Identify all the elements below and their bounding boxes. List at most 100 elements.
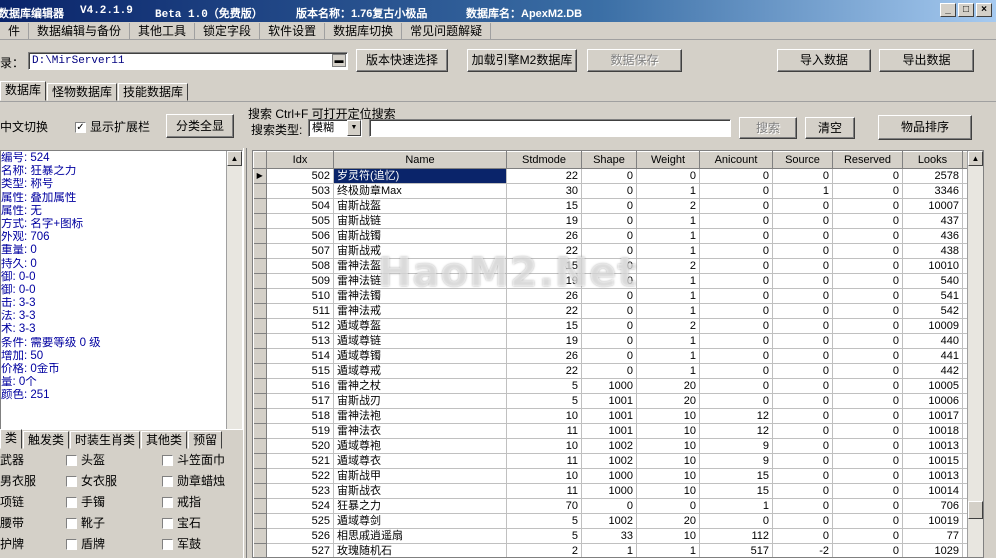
cell-name[interactable]: 雷神法衣	[333, 423, 507, 439]
tab-cat-trigger[interactable]: 触发类	[23, 431, 70, 449]
cell-weight[interactable]: 1	[636, 243, 700, 259]
table-row[interactable]: 525 遁域尊剑 5 1002 20 0 0 0 10019	[253, 513, 970, 529]
cell-shape[interactable]: 0	[581, 258, 637, 274]
cell-stdmode[interactable]: 15	[506, 258, 582, 274]
cell-anicount[interactable]: 0	[699, 228, 773, 244]
cell-name[interactable]: 宙斯战链	[333, 213, 507, 229]
cell-name[interactable]: 遁域尊衣	[333, 453, 507, 469]
cell-looks[interactable]: 10005	[902, 378, 963, 394]
cell-reserved[interactable]: 0	[832, 378, 903, 394]
cell-idx[interactable]: 508	[266, 258, 334, 274]
cell-reserved[interactable]: 0	[832, 348, 903, 364]
cell-source[interactable]: 0	[772, 483, 833, 499]
cell-stdmode[interactable]: 22	[506, 303, 582, 319]
cell-looks[interactable]: 2578	[902, 168, 963, 184]
cell-name[interactable]: 雷神法镯	[333, 288, 507, 304]
show-ext-check-icon[interactable]: ✓	[75, 122, 86, 134]
cell-stdmode[interactable]: 30	[506, 183, 582, 199]
category-checkbox[interactable]: 戒指	[162, 492, 201, 512]
cell-stdmode[interactable]: 19	[506, 213, 582, 229]
cell-shape[interactable]: 1001	[581, 393, 637, 409]
cell-weight[interactable]: 1	[636, 183, 700, 199]
cell-anicount[interactable]: 0	[699, 288, 773, 304]
cell-name[interactable]: 宙斯战衣	[333, 483, 507, 499]
row-indicator[interactable]	[253, 543, 267, 557]
cell-source[interactable]: 0	[772, 393, 833, 409]
cell-source[interactable]: 0	[772, 528, 833, 544]
table-row[interactable]: 515 遁域尊戒 22 0 1 0 0 0 442	[253, 363, 970, 379]
folder-icon[interactable]: ▬	[332, 54, 346, 67]
cell-weight[interactable]: 10	[636, 528, 700, 544]
cell-idx[interactable]: 515	[266, 363, 334, 379]
cell-weight[interactable]: 10	[636, 453, 700, 469]
table-row[interactable]: 503 终极勋章Max 30 0 1 0 1 0 3346	[253, 183, 970, 199]
checkbox-icon[interactable]	[162, 455, 173, 467]
table-row[interactable]: 518 雷神法袍 10 1001 10 12 0 0 10017	[253, 408, 970, 424]
row-pointer-icon[interactable]: ▶	[253, 168, 267, 184]
cell-anicount[interactable]: 12	[699, 408, 773, 424]
cell-name[interactable]: 雷神法袍	[333, 408, 507, 424]
menu-settings[interactable]: 软件设置	[260, 22, 326, 39]
cell-source[interactable]: 0	[772, 198, 833, 214]
cell-weight[interactable]: 1	[636, 228, 700, 244]
cell-weight[interactable]: 1	[636, 273, 700, 289]
cell-name[interactable]: 宙斯战甲	[333, 468, 507, 484]
cell-reserved[interactable]: 0	[832, 513, 903, 529]
cell-anicount[interactable]: 0	[699, 393, 773, 409]
cell-reserved[interactable]: 0	[832, 453, 903, 469]
cell-anicount[interactable]: 15	[699, 468, 773, 484]
cell-reserved[interactable]: 0	[832, 213, 903, 229]
table-row[interactable]: ▶ 502 岁灵符(追忆) 22 0 0 0 0 0 2578	[253, 168, 970, 184]
cell-idx[interactable]: 522	[266, 468, 334, 484]
cell-idx[interactable]: 526	[266, 528, 334, 544]
cell-stdmode[interactable]: 26	[506, 288, 582, 304]
cell-stdmode[interactable]: 22	[506, 168, 582, 184]
cell-shape[interactable]: 1	[581, 543, 637, 557]
item-data-grid[interactable]: Idx Name Stdmode Shape Weight Anicount Source R…	[252, 150, 984, 558]
cell-idx[interactable]: 524	[266, 498, 334, 514]
cell-weight[interactable]: 10	[636, 408, 700, 424]
cell-weight[interactable]: 1	[636, 543, 700, 557]
checkbox-icon[interactable]	[162, 497, 173, 509]
row-indicator[interactable]	[253, 423, 267, 439]
cell-weight[interactable]: 0	[636, 498, 700, 514]
cell-stdmode[interactable]: 5	[506, 528, 582, 544]
cell-looks[interactable]: 541	[902, 288, 963, 304]
table-row[interactable]: 523 宙斯战衣 11 1000 10 15 0 0 10014	[253, 483, 970, 499]
cell-idx[interactable]: 504	[266, 198, 334, 214]
table-row[interactable]: 522 宙斯战甲 10 1000 10 15 0 0 10013	[253, 468, 970, 484]
table-row[interactable]: 509 雷神法链 19 0 1 0 0 0 540	[253, 273, 970, 289]
tab-cat-fashion[interactable]: 时装生肖类	[70, 431, 141, 449]
cell-source[interactable]: 0	[772, 438, 833, 454]
cell-anicount[interactable]: 0	[699, 363, 773, 379]
cell-reserved[interactable]: 0	[832, 183, 903, 199]
cell-weight[interactable]: 20	[636, 513, 700, 529]
cell-stdmode[interactable]: 22	[506, 363, 582, 379]
column-header-anicount[interactable]: Anicount	[699, 151, 773, 169]
cell-stdmode[interactable]: 15	[506, 198, 582, 214]
cell-source[interactable]: 0	[772, 168, 833, 184]
table-row[interactable]: 505 宙斯战链 19 0 1 0 0 0 437	[253, 213, 970, 229]
cell-weight[interactable]: 20	[636, 378, 700, 394]
cell-source[interactable]: 0	[772, 453, 833, 469]
row-indicator[interactable]	[253, 243, 267, 259]
column-header-looks[interactable]: Looks	[902, 151, 963, 169]
tab-cat-equip[interactable]: 类	[0, 429, 23, 449]
cell-anicount[interactable]: 0	[699, 213, 773, 229]
menu-file[interactable]: 件	[0, 22, 30, 39]
splitter[interactable]	[243, 148, 247, 558]
cell-name[interactable]: 玫瑰随机石	[333, 543, 507, 557]
cell-source[interactable]: 0	[772, 243, 833, 259]
cell-reserved[interactable]: 0	[832, 393, 903, 409]
cell-name[interactable]: 遁域尊袍	[333, 438, 507, 454]
lang-switch-label[interactable]: 中文切换	[0, 118, 48, 135]
cell-name[interactable]: 遁域尊镯	[333, 348, 507, 364]
cell-name[interactable]: 宙斯战刃	[333, 393, 507, 409]
cell-reserved[interactable]: 0	[832, 528, 903, 544]
cell-anicount[interactable]: 9	[699, 453, 773, 469]
cell-name[interactable]: 遁域尊链	[333, 333, 507, 349]
cell-reserved[interactable]: 0	[832, 273, 903, 289]
row-indicator[interactable]	[253, 258, 267, 274]
category-checkbox[interactable]: 男衣服	[0, 471, 36, 491]
row-indicator[interactable]	[253, 483, 267, 499]
